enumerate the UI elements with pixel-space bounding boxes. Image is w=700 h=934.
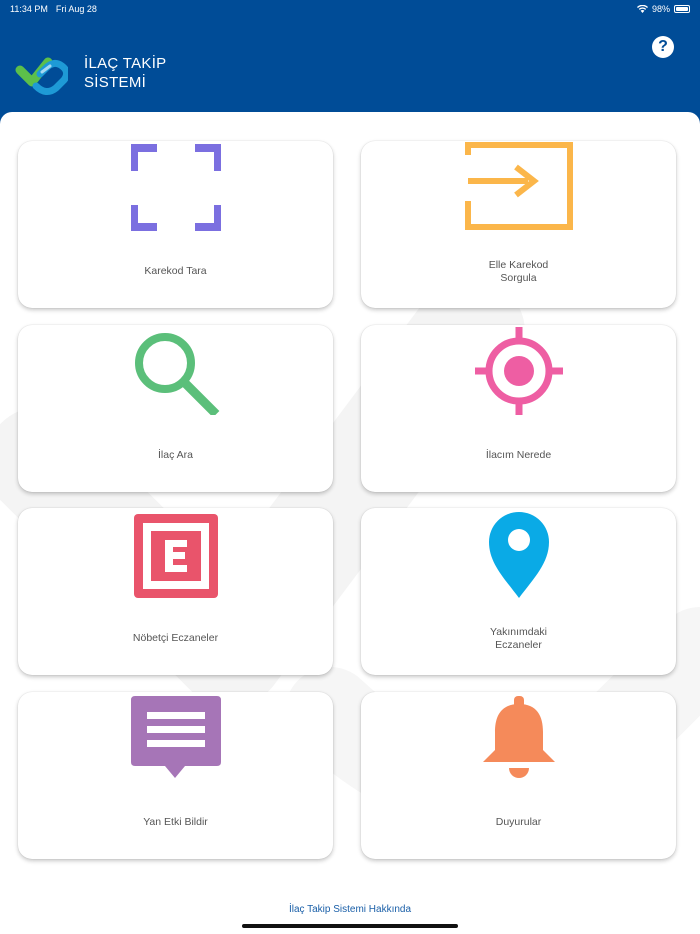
help-button[interactable]: ? (652, 36, 674, 58)
battery-percent: 98% (651, 4, 670, 14)
pharmacy-e-icon (133, 514, 218, 598)
bell-icon (482, 696, 555, 778)
tile-duyurular[interactable]: Duyurular (361, 692, 676, 859)
app-logo-icon (15, 57, 68, 95)
tile-label: İlaç Ara (157, 449, 194, 461)
input-arrow-icon (464, 142, 573, 230)
status-right: 98% (636, 4, 690, 14)
main-content: Karekod Tara Elle Karekod Sorgula İlaç A… (0, 112, 700, 934)
status-bar: 11:34 PM Fri Aug 28 98% (0, 0, 700, 18)
tile-label: Nöbetçi Eczaneler (132, 632, 219, 644)
tile-yakinimdaki-eczaneler[interactable]: Yakınımdaki Eczaneler (361, 508, 676, 675)
home-indicator[interactable] (242, 924, 458, 928)
tile-label: Elle Karekod Sorgula (488, 259, 549, 284)
crosshair-icon (474, 327, 563, 415)
about-link[interactable]: İlaç Takip Sistemi Hakkında (0, 904, 700, 915)
tile-yan-etki-bildir[interactable]: Yan Etki Bildir (18, 692, 333, 859)
tile-karekod-tara[interactable]: Karekod Tara (18, 141, 333, 308)
tile-label: Yan Etki Bildir (143, 816, 208, 828)
magnifier-icon (134, 333, 219, 415)
tile-label: Yakınımdaki Eczaneler (490, 626, 547, 651)
tile-label: Duyurular (495, 816, 542, 828)
app-title-line1: İLAÇ TAKİP (84, 55, 167, 72)
wifi-icon (636, 5, 648, 13)
tile-elle-karekod-sorgula[interactable]: Elle Karekod Sorgula (361, 141, 676, 308)
tile-label: İlacım Nerede (485, 449, 552, 461)
tile-label: Karekod Tara (144, 265, 207, 277)
status-time: 11:34 PM (10, 4, 48, 14)
tile-nobetci-eczaneler[interactable]: Nöbetçi Eczaneler (18, 508, 333, 675)
app-header: İLAÇ TAKİP SİSTEMİ ? (0, 18, 700, 112)
tile-ilacim-nerede[interactable]: İlacım Nerede (361, 325, 676, 492)
status-date: Fri Aug 28 (55, 4, 97, 14)
map-pin-icon (488, 512, 549, 598)
scan-frame-icon (130, 144, 221, 231)
app-title: İLAÇ TAKİP SİSTEMİ (84, 54, 166, 92)
message-icon (130, 696, 221, 778)
app-title-line2: SİSTEMİ (84, 74, 147, 91)
battery-icon (674, 5, 690, 13)
tile-ilac-ara[interactable]: İlaç Ara (18, 325, 333, 492)
